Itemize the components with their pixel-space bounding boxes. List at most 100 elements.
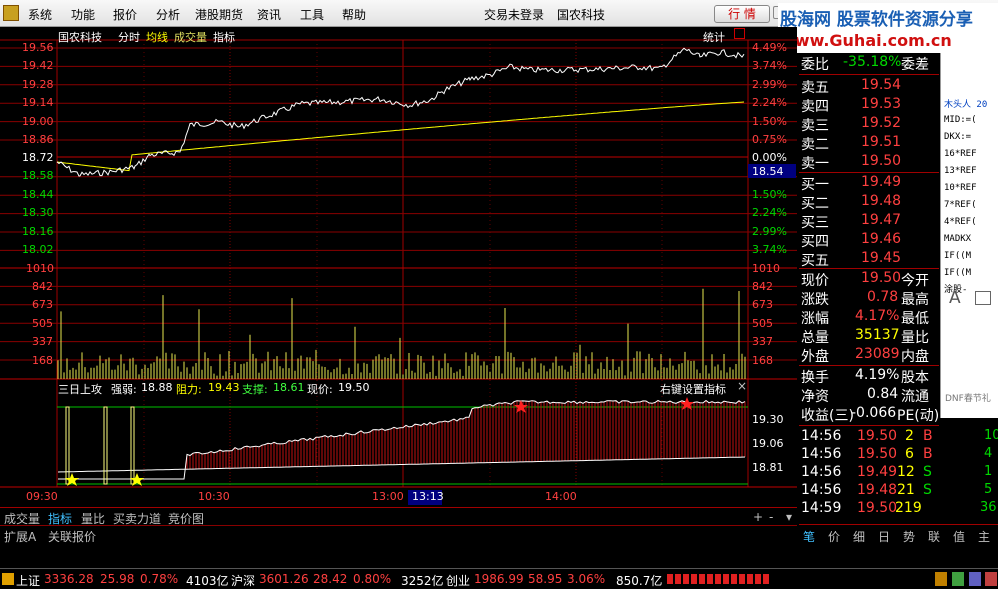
volume-tick: 1010 xyxy=(752,262,780,275)
menu-news[interactable]: 资讯 xyxy=(257,6,281,23)
side-line: 10*REF xyxy=(944,183,977,193)
price-tick: 18.58 xyxy=(22,169,54,182)
app-logo-icon[interactable] xyxy=(3,5,19,21)
tick-extra: 5 xyxy=(984,482,993,497)
menu-analysis[interactable]: 分析 xyxy=(156,6,180,23)
tab-indicator[interactable]: 指标 xyxy=(213,29,235,45)
side-line: MADKX xyxy=(944,234,972,244)
menu-tools[interactable]: 工具 xyxy=(300,6,324,23)
side-line: 7*REF( xyxy=(944,200,977,210)
market-button[interactable]: 行 情 xyxy=(714,5,770,23)
tab-main[interactable]: 主 xyxy=(978,528,990,545)
bid1-price[interactable]: 19.49 xyxy=(861,174,901,190)
pct-tick: 2.24% xyxy=(752,206,787,219)
tab-trend[interactable]: 势 xyxy=(903,528,915,545)
side-line: IF((M xyxy=(944,268,972,278)
quote-tabs: 笔 价 细 日 势 联 值 主 xyxy=(799,524,998,544)
indicator-close-icon[interactable]: × xyxy=(737,379,747,393)
stats-button[interactable]: 统计 xyxy=(703,29,725,45)
sh-label[interactable]: 上证 xyxy=(16,572,40,589)
price-tick: 18.72 xyxy=(22,151,54,164)
tab-intraday[interactable]: 分时 xyxy=(118,29,140,45)
tab-detail[interactable]: 细 xyxy=(853,528,865,545)
volume-tick: 673 xyxy=(32,298,53,311)
alert-icon[interactable] xyxy=(985,572,997,586)
pct-tick: 0.00% xyxy=(752,151,787,164)
tick-dir: S xyxy=(923,482,932,498)
bid2-price[interactable]: 19.48 xyxy=(861,193,901,209)
bid4-price[interactable]: 19.46 xyxy=(861,231,901,247)
time-tick: 10:30 xyxy=(198,490,230,503)
indicator-settings[interactable]: 右键设置指标 xyxy=(660,381,726,397)
ask4-price[interactable]: 19.53 xyxy=(861,96,901,112)
bid3-price[interactable]: 19.47 xyxy=(861,212,901,228)
sh-change: 25.98 xyxy=(100,572,135,586)
eps-label: 收益(三) xyxy=(801,408,854,424)
ask5-price[interactable]: 19.54 xyxy=(861,77,901,93)
menu-quote[interactable]: 报价 xyxy=(113,6,137,23)
strong-label: 强弱: xyxy=(111,383,137,396)
tab-value[interactable]: 值 xyxy=(953,528,965,545)
tick-extra: 4 xyxy=(984,446,993,461)
tab-volume[interactable]: 成交量 xyxy=(174,29,207,45)
pe-label: PE(动) xyxy=(897,408,940,424)
price-cursor-value: 18.54 xyxy=(752,165,784,178)
turnover-label: 换手 xyxy=(801,370,829,386)
sz-label[interactable]: 沪深 xyxy=(231,572,255,589)
tick-dir: B xyxy=(923,428,933,444)
bid1-label: 买一 xyxy=(801,177,829,193)
inner-label: 内盘 xyxy=(901,349,929,365)
turnover-value: 4.19% xyxy=(855,367,900,383)
cy-amount: 850.7亿 xyxy=(616,574,663,588)
tab-related[interactable]: 联 xyxy=(928,528,940,545)
tick-time: 14:56 xyxy=(801,446,842,462)
sh-pct: 0.78% xyxy=(140,572,179,586)
network-icon[interactable] xyxy=(969,572,981,586)
outer-label: 外盘 xyxy=(801,349,829,365)
tick-volume: 12 xyxy=(897,464,915,480)
sh-amount: 4103亿 xyxy=(186,574,229,588)
menu-help[interactable]: 帮助 xyxy=(342,6,366,23)
menu-hk-futures[interactable]: 港股期货 xyxy=(195,6,243,23)
tab-price[interactable]: 价 xyxy=(828,528,840,545)
lock-icon[interactable] xyxy=(935,572,947,586)
ask1-price[interactable]: 19.50 xyxy=(861,153,901,169)
time-tick: 14:00 xyxy=(545,490,577,503)
ask3-price[interactable]: 19.52 xyxy=(861,115,901,131)
outer-value: 23089 xyxy=(855,346,900,362)
tab-ticks[interactable]: 笔 xyxy=(803,528,815,545)
side-line: 16*REF xyxy=(944,149,977,159)
stats-close-icon[interactable] xyxy=(734,28,745,39)
scroll-down-button[interactable]: ▾ xyxy=(786,510,792,524)
menu-function[interactable]: 功能 xyxy=(71,6,95,23)
tab-avg-line[interactable]: 均线 xyxy=(146,29,168,45)
font-a-icon[interactable]: A xyxy=(949,288,961,308)
tick-extra: 1 xyxy=(984,464,993,479)
tick-volume: 6 xyxy=(905,446,914,462)
ask2-price[interactable]: 19.51 xyxy=(861,134,901,150)
indicator-tick: 19.06 xyxy=(752,437,784,450)
pct-tick: 1.50% xyxy=(752,115,787,128)
tick-dir: B xyxy=(923,446,933,462)
zoom-out-button[interactable]: - xyxy=(769,510,773,524)
cy-label[interactable]: 创业 xyxy=(446,572,470,589)
signal-icon[interactable] xyxy=(952,572,964,586)
pct-tick: 1.50% xyxy=(752,188,787,201)
pct-tick: 2.99% xyxy=(752,78,787,91)
bid5-price[interactable]: 19.45 xyxy=(861,250,901,266)
tick-time: 14:59 xyxy=(801,500,842,516)
tab-daily[interactable]: 日 xyxy=(878,528,890,545)
tick-time: 14:56 xyxy=(801,482,842,498)
login-status: 交易未登录 xyxy=(484,8,545,22)
tick-dir: S xyxy=(923,464,932,480)
float-label: 流通 xyxy=(901,389,929,405)
zoom-in-button[interactable]: + xyxy=(753,510,763,524)
volume-tick: 842 xyxy=(752,280,773,293)
bid3-label: 买三 xyxy=(801,215,829,231)
tick-time: 14:56 xyxy=(801,464,842,480)
pct-label: 涨幅 xyxy=(801,311,829,327)
edit-icon[interactable] xyxy=(975,291,991,305)
volume-tick: 337 xyxy=(32,335,53,348)
sz-pct: 0.80% xyxy=(353,572,392,586)
menu-system[interactable]: 系统 xyxy=(28,6,52,23)
